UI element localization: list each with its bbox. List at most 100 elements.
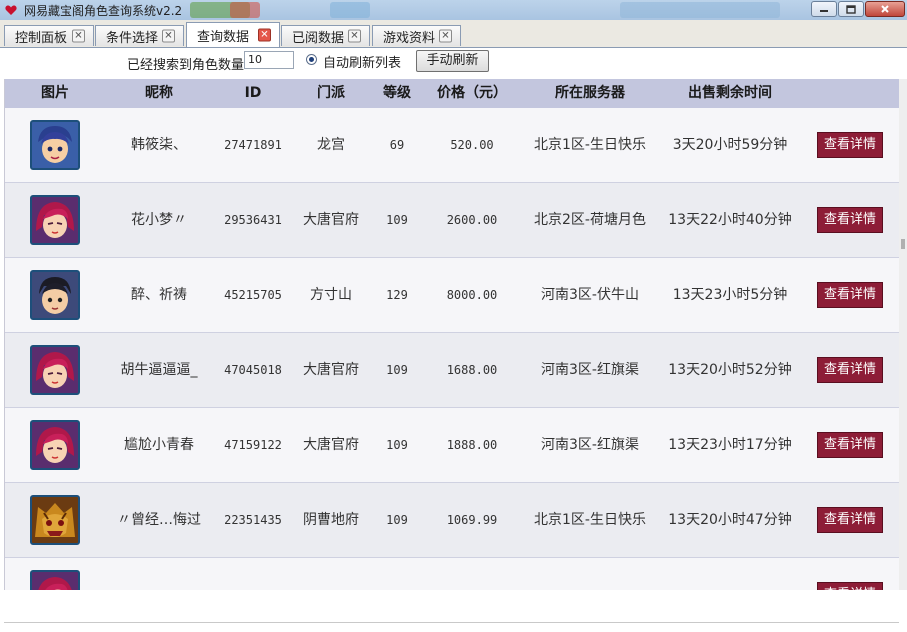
level-cell: 109: [386, 438, 408, 452]
time-left-cell: 13天23小时17分钟: [668, 437, 792, 453]
price-cell: 8000.00: [446, 288, 498, 302]
auto-refresh-radio[interactable]: [306, 54, 317, 65]
time-left-cell: 3天20小时59分钟: [672, 137, 788, 153]
tab-control-panel[interactable]: 控制面板 ✕: [4, 25, 94, 46]
close-x-icon[interactable]: ✕: [72, 29, 85, 43]
server-cell: 河南3区-伏牛山: [541, 287, 639, 303]
avatar: [30, 570, 80, 590]
faction-cell: 阴曹地府: [303, 512, 359, 528]
id-cell: 22351435: [224, 513, 282, 527]
name-cell: 胡牛逼逼逼_: [120, 362, 198, 378]
id-cell: 29536431: [224, 213, 282, 227]
footer-area: [0, 590, 907, 632]
id-cell: 47159122: [224, 438, 282, 452]
minimize-icon[interactable]: [811, 1, 837, 17]
table-row[interactable]: 韩筱柒、 27471891 龙宫 69 520.00 北京1区-生日快乐 3天20小时59分…: [5, 108, 900, 183]
time-left-cell: 13天22小时40分钟: [668, 212, 792, 228]
header-faction: 门派: [317, 85, 345, 101]
server-cell: 北京1区-生日快乐: [534, 137, 646, 153]
table-row[interactable]: 花小梦〃 29536431 大唐官府 109 2600.00 北京2区-荷塘月色 13天22…: [5, 183, 900, 258]
table-row[interactable]: 醉、祈祷 45215705 方寸山 129 8000.00 河南3区-伏牛山 13天23小时…: [5, 258, 900, 333]
level-cell: 109: [386, 513, 408, 527]
tab-query-data[interactable]: 查询数据 ✕: [186, 22, 280, 47]
titlebar-background-blur: [330, 2, 370, 18]
auto-refresh-label[interactable]: 自动刷新列表: [323, 52, 401, 71]
tab-label: 游戏资料: [383, 30, 436, 46]
tab-label: 已阅数据: [292, 30, 345, 46]
title-bar: 网易藏宝阁角色查询系统v2.2: [0, 0, 907, 20]
tab-viewed-data[interactable]: 已阅数据 ✕: [281, 25, 370, 46]
view-details-button[interactable]: 查看详情: [817, 432, 883, 458]
count-label: 已经搜索到角色数量: [127, 58, 245, 73]
level-cell: 109: [386, 363, 408, 377]
table-row[interactable]: 〃曾经…悔过 22351435 阴曹地府 109 1069.99 北京1区-生日快乐 13天…: [5, 483, 900, 558]
avatar: [30, 345, 80, 395]
close-x-icon[interactable]: ✕: [348, 29, 361, 43]
name-cell: 〃曾经…悔过: [117, 512, 201, 528]
close-icon[interactable]: [865, 1, 905, 17]
tab-label: 控制面板: [15, 30, 68, 46]
server-cell: 河南3区-红旗渠: [541, 437, 639, 453]
price-cell: 2600.00: [446, 213, 498, 227]
table-row[interactable]: 查看详情: [5, 558, 900, 590]
view-details-button[interactable]: 查看详情: [817, 507, 883, 533]
price-cell: 520.00: [450, 138, 494, 152]
price-cell: 1688.00: [446, 363, 498, 377]
faction-cell: 大唐官府: [303, 212, 359, 228]
view-details-button[interactable]: 查看详情: [817, 582, 883, 590]
header-price: 价格（元）: [437, 85, 507, 101]
view-details-button[interactable]: 查看详情: [817, 282, 883, 308]
tab-condition-select[interactable]: 条件选择 ✕: [95, 25, 184, 46]
price-cell: 1069.99: [446, 513, 498, 527]
id-cell: 27471891: [224, 138, 282, 152]
tab-game-info[interactable]: 游戏资料 ✕: [372, 25, 461, 46]
header-server: 所在服务器: [555, 85, 625, 101]
id-cell: 47045018: [224, 363, 282, 377]
level-cell: 109: [386, 213, 408, 227]
heart-icon: [4, 3, 18, 17]
server-cell: 北京2区-荷塘月色: [534, 212, 646, 228]
tab-strip: 控制面板 ✕ 条件选择 ✕ 查询数据 ✕ 已阅数据 ✕ 游戏资料 ✕: [0, 20, 907, 48]
header-time-left: 出售剩余时间: [688, 85, 772, 101]
name-cell: 尴尬小青春: [124, 437, 194, 453]
header-id: ID: [244, 85, 262, 101]
titlebar-background-blur: [230, 2, 260, 18]
avatar: [30, 270, 80, 320]
close-x-icon[interactable]: ✕: [258, 28, 271, 42]
avatar: [30, 495, 80, 545]
faction-cell: 大唐官府: [303, 437, 359, 453]
avatar: [30, 120, 80, 170]
avatar: [30, 195, 80, 245]
maximize-icon[interactable]: [838, 1, 864, 17]
level-cell: 69: [389, 138, 405, 152]
server-cell: 北京1区-生日快乐: [534, 512, 646, 528]
faction-cell: 方寸山: [310, 287, 352, 303]
header-name: 昵称: [145, 85, 173, 101]
table-row[interactable]: 胡牛逼逼逼_ 47045018 大唐官府 109 1688.00 河南3区-红旗渠 13天2…: [5, 333, 900, 408]
header-action: [799, 79, 900, 108]
name-cell: 花小梦〃: [131, 212, 187, 228]
close-x-icon[interactable]: ✕: [162, 29, 175, 43]
avatar: [30, 420, 80, 470]
time-left-cell: 13天20小时52分钟: [668, 362, 792, 378]
view-details-button[interactable]: 查看详情: [817, 357, 883, 383]
titlebar-background-blur: [620, 2, 780, 18]
view-details-button[interactable]: 查看详情: [817, 207, 883, 233]
manual-refresh-button[interactable]: 手动刷新: [416, 50, 489, 72]
scroll-thumb[interactable]: [901, 239, 905, 249]
toolbar: 已经搜索到角色数量 10 自动刷新列表 手动刷新: [0, 48, 907, 76]
table-row[interactable]: 尴尬小青春 47159122 大唐官府 109 1888.00 河南3区-红旗渠 13天23…: [5, 408, 900, 483]
close-x-icon[interactable]: ✕: [439, 29, 452, 43]
window-title: 网易藏宝阁角色查询系统v2.2: [24, 3, 183, 18]
count-field[interactable]: 10: [244, 51, 294, 69]
time-left-cell: 13天23小时5分钟: [672, 287, 788, 303]
table-header: 图片 昵称 ID 门派 等级 价格（元） 所在服务器 出售剩余时间: [5, 79, 900, 109]
tab-label: 条件选择: [106, 30, 159, 46]
vertical-scrollbar[interactable]: [899, 79, 907, 590]
name-cell: 醉、祈祷: [131, 287, 187, 303]
view-details-button[interactable]: 查看详情: [817, 132, 883, 158]
window-controls: [810, 1, 905, 17]
server-cell: 河南3区-红旗渠: [541, 362, 639, 378]
header-level: 等级: [383, 85, 411, 101]
level-cell: 129: [386, 288, 408, 302]
